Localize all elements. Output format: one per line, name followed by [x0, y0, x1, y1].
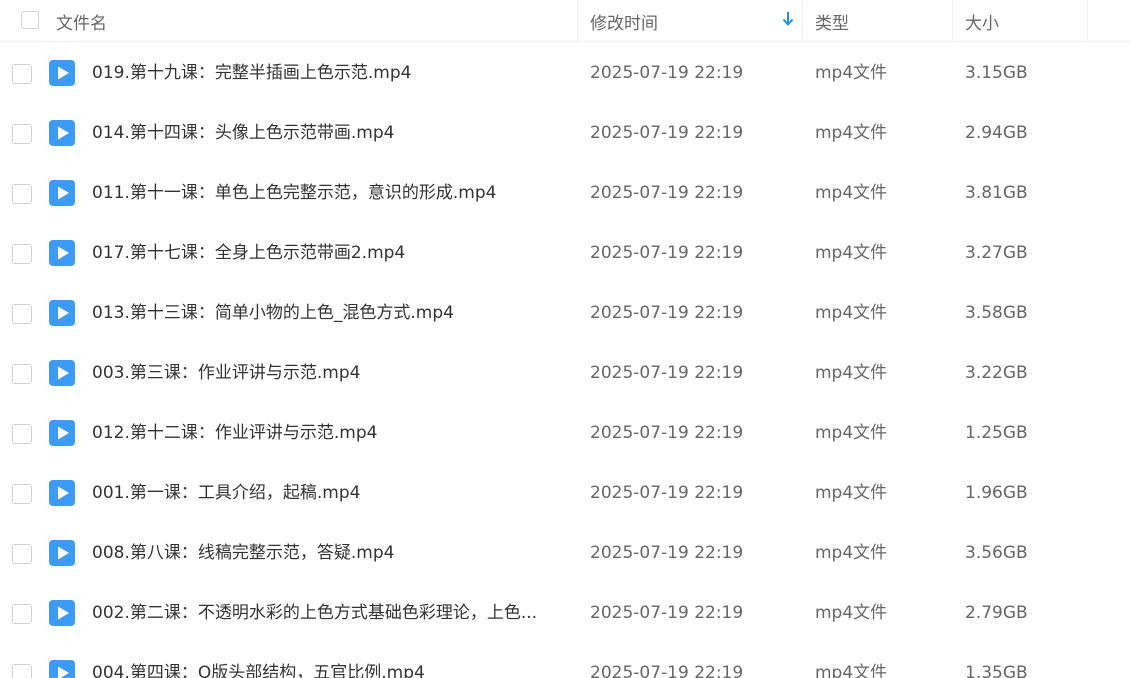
time-column-header[interactable]: 修改时间	[590, 9, 658, 34]
size-column-header[interactable]: 大小	[965, 9, 999, 34]
file-type: mp4文件	[815, 423, 888, 443]
file-modified-time: 2025-07-19 22:19	[590, 123, 744, 143]
file-type: mp4文件	[815, 363, 888, 383]
file-type: mp4文件	[815, 303, 888, 323]
file-list: 文件名 修改时间 类型 大小 019.第十九课：完整半插画上色示范.mp4 20…	[0, 0, 1131, 678]
video-play-icon	[49, 60, 75, 86]
row-checkbox[interactable]	[12, 544, 32, 564]
video-play-icon	[49, 240, 75, 266]
file-modified-time: 2025-07-19 22:19	[590, 363, 744, 383]
video-play-icon	[49, 420, 75, 446]
table-row[interactable]: 008.第八课：线稿完整示范，答疑.mp4 2025-07-19 22:19 m…	[0, 523, 1131, 583]
table-row[interactable]: 012.第十二课：作业评讲与示范.mp4 2025-07-19 22:19 mp…	[0, 403, 1131, 463]
video-play-icon	[49, 300, 75, 326]
file-type: mp4文件	[815, 603, 888, 623]
file-name[interactable]: 014.第十四课：头像上色示范带画.mp4	[92, 103, 562, 163]
file-name[interactable]: 012.第十二课：作业评讲与示范.mp4	[92, 403, 562, 463]
column-divider[interactable]	[1087, 0, 1088, 42]
file-modified-time: 2025-07-19 22:19	[590, 183, 744, 203]
file-name[interactable]: 004.第四课：Q版头部结构，五官比例.mp4	[92, 643, 562, 678]
video-play-icon	[49, 540, 75, 566]
file-size: 3.56GB	[965, 543, 1028, 563]
file-type: mp4文件	[815, 183, 888, 203]
table-row[interactable]: 014.第十四课：头像上色示范带画.mp4 2025-07-19 22:19 m…	[0, 103, 1131, 163]
file-size: 3.15GB	[965, 63, 1028, 83]
list-header: 文件名 修改时间 类型 大小	[0, 0, 1131, 42]
file-size: 3.27GB	[965, 243, 1028, 263]
row-checkbox[interactable]	[12, 304, 32, 324]
file-modified-time: 2025-07-19 22:19	[590, 423, 744, 443]
type-column-header[interactable]: 类型	[815, 9, 849, 34]
row-checkbox[interactable]	[12, 64, 32, 84]
file-name[interactable]: 017.第十七课：全身上色示范带画2.mp4	[92, 223, 562, 283]
table-row[interactable]: 004.第四课：Q版头部结构，五官比例.mp4 2025-07-19 22:19…	[0, 643, 1131, 678]
row-checkbox[interactable]	[12, 124, 32, 144]
table-row[interactable]: 019.第十九课：完整半插画上色示范.mp4 2025-07-19 22:19 …	[0, 43, 1131, 103]
file-name[interactable]: 019.第十九课：完整半插画上色示范.mp4	[92, 43, 562, 103]
table-row[interactable]: 003.第三课：作业评讲与示范.mp4 2025-07-19 22:19 mp4…	[0, 343, 1131, 403]
file-type: mp4文件	[815, 483, 888, 503]
file-type: mp4文件	[815, 243, 888, 263]
file-name[interactable]: 002.第二课：不透明水彩的上色方式基础色彩理论，上色...	[92, 583, 562, 643]
name-column-header[interactable]: 文件名	[56, 9, 107, 34]
file-name[interactable]: 013.第十三课：简单小物的上色_混色方式.mp4	[92, 283, 562, 343]
file-modified-time: 2025-07-19 22:19	[590, 63, 744, 83]
file-type: mp4文件	[815, 543, 888, 563]
video-play-icon	[49, 120, 75, 146]
column-divider[interactable]	[802, 0, 803, 42]
row-checkbox[interactable]	[12, 244, 32, 264]
video-play-icon	[49, 180, 75, 206]
file-size: 1.35GB	[965, 663, 1028, 678]
file-name[interactable]: 011.第十一课：单色上色完整示范，意识的形成.mp4	[92, 163, 562, 223]
file-modified-time: 2025-07-19 22:19	[590, 483, 744, 503]
video-play-icon	[49, 480, 75, 506]
column-divider[interactable]	[577, 0, 578, 42]
file-modified-time: 2025-07-19 22:19	[590, 303, 744, 323]
file-name[interactable]: 001.第一课：工具介绍，起稿.mp4	[92, 463, 562, 523]
row-checkbox[interactable]	[12, 664, 32, 678]
table-row[interactable]: 017.第十七课：全身上色示范带画2.mp4 2025-07-19 22:19 …	[0, 223, 1131, 283]
table-row[interactable]: 001.第一课：工具介绍，起稿.mp4 2025-07-19 22:19 mp4…	[0, 463, 1131, 523]
video-play-icon	[49, 360, 75, 386]
table-row[interactable]: 002.第二课：不透明水彩的上色方式基础色彩理论，上色... 2025-07-1…	[0, 583, 1131, 643]
file-size: 3.81GB	[965, 183, 1028, 203]
file-size: 2.79GB	[965, 603, 1028, 623]
file-type: mp4文件	[815, 63, 888, 83]
file-modified-time: 2025-07-19 22:19	[590, 603, 744, 623]
row-checkbox[interactable]	[12, 484, 32, 504]
row-checkbox[interactable]	[12, 184, 32, 204]
video-play-icon	[49, 660, 75, 678]
table-row[interactable]: 011.第十一课：单色上色完整示范，意识的形成.mp4 2025-07-19 2…	[0, 163, 1131, 223]
file-type: mp4文件	[815, 123, 888, 143]
file-name[interactable]: 008.第八课：线稿完整示范，答疑.mp4	[92, 523, 562, 583]
row-checkbox[interactable]	[12, 364, 32, 384]
file-size: 2.94GB	[965, 123, 1028, 143]
file-size: 1.25GB	[965, 423, 1028, 443]
table-row[interactable]: 013.第十三课：简单小物的上色_混色方式.mp4 2025-07-19 22:…	[0, 283, 1131, 343]
file-size: 3.58GB	[965, 303, 1028, 323]
file-name[interactable]: 003.第三课：作业评讲与示范.mp4	[92, 343, 562, 403]
arrow-down-icon[interactable]	[781, 9, 795, 29]
file-type: mp4文件	[815, 663, 888, 678]
file-modified-time: 2025-07-19 22:19	[590, 663, 744, 678]
file-size: 3.22GB	[965, 363, 1028, 383]
row-checkbox[interactable]	[12, 604, 32, 624]
select-all-checkbox[interactable]	[21, 11, 39, 29]
file-modified-time: 2025-07-19 22:19	[590, 243, 744, 263]
column-divider[interactable]	[952, 0, 953, 42]
file-size: 1.96GB	[965, 483, 1028, 503]
file-rows: 019.第十九课：完整半插画上色示范.mp4 2025-07-19 22:19 …	[0, 43, 1131, 678]
row-checkbox[interactable]	[12, 424, 32, 444]
file-modified-time: 2025-07-19 22:19	[590, 543, 744, 563]
video-play-icon	[49, 600, 75, 626]
